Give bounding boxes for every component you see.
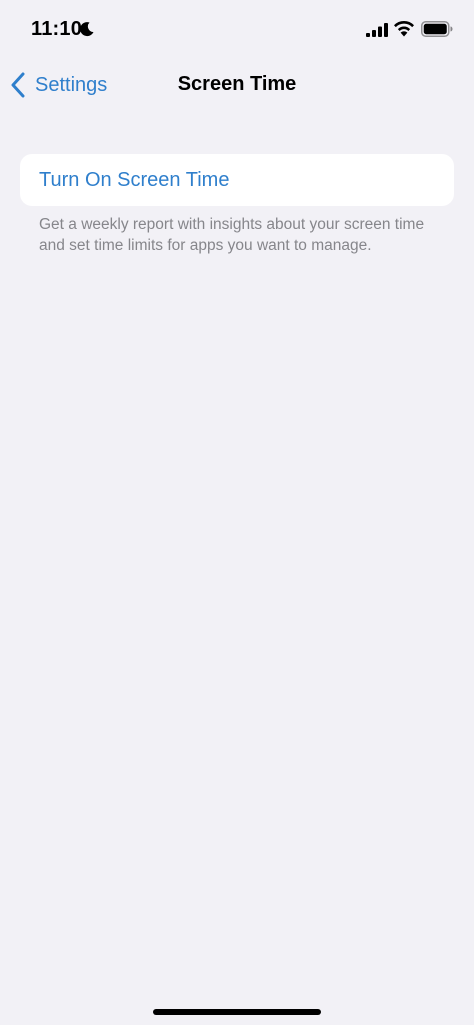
wifi-icon <box>394 21 414 37</box>
battery-icon <box>421 21 453 37</box>
moon-icon <box>80 22 94 37</box>
page-title: Screen Time <box>177 73 297 95</box>
navigation-bar: Settings Screen Time <box>0 60 474 108</box>
home-indicator[interactable] <box>153 1009 321 1015</box>
signal-icon <box>366 23 388 37</box>
status-time: 11:10 <box>31 18 83 40</box>
turn-on-screen-time-label: Turn On Screen Time <box>39 168 230 191</box>
screen-time-description: Get a weekly report with insights about … <box>39 216 425 254</box>
turn-on-screen-time-button[interactable]: Turn On Screen Time <box>20 154 454 206</box>
status-bar: 11:10 <box>0 0 474 60</box>
